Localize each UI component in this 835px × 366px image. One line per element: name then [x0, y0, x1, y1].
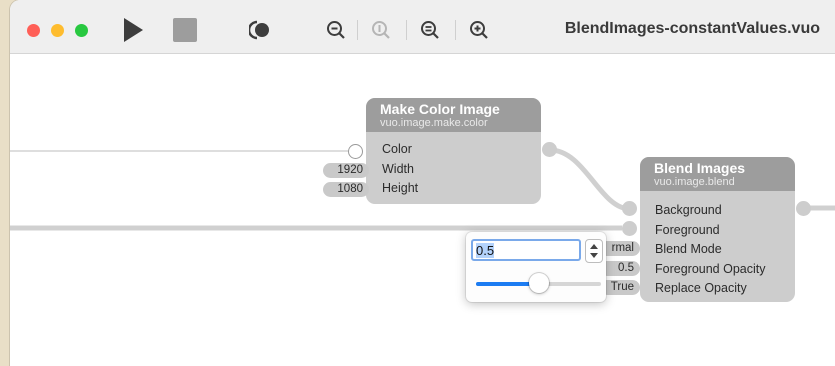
- input-port-foreground[interactable]: [622, 221, 637, 236]
- stepper-up-icon[interactable]: [590, 244, 598, 249]
- port-label-blend-mode: Blend Mode: [655, 242, 722, 256]
- constant-foreground-opacity[interactable]: 0.5: [600, 261, 640, 276]
- port-label-color: Color: [382, 142, 412, 156]
- composition-canvas[interactable]: Make Color Image vuo.image.make.color Co…: [10, 54, 835, 366]
- show-events-icon[interactable]: [247, 17, 273, 43]
- node-header[interactable]: Make Color Image vuo.image.make.color: [366, 98, 541, 132]
- stepper-down-icon[interactable]: [590, 253, 598, 258]
- port-label-height: Height: [382, 181, 419, 195]
- toolbar-separator: [406, 20, 407, 40]
- node-class-name: vuo.image.blend: [654, 176, 735, 188]
- input-port-color[interactable]: [348, 144, 363, 159]
- port-label-foreground: Foreground: [655, 223, 720, 237]
- opacity-slider-knob[interactable]: [528, 273, 549, 293]
- port-label-width: Width: [382, 162, 414, 176]
- minimize-window-button[interactable]: [51, 24, 64, 37]
- node-title: Blend Images: [654, 160, 746, 176]
- close-window-button[interactable]: [27, 24, 40, 37]
- constant-width[interactable]: 1920: [323, 163, 369, 178]
- blend-images-node[interactable]: Blend Images vuo.image.blend Background …: [640, 157, 795, 302]
- zoom-out-icon[interactable]: [324, 17, 348, 43]
- port-label-background: Background: [655, 203, 722, 217]
- node-class-name: vuo.image.make.color: [380, 117, 488, 129]
- opacity-stepper[interactable]: [585, 239, 603, 263]
- input-port-background[interactable]: [622, 201, 637, 216]
- play-icon[interactable]: [120, 17, 146, 43]
- constant-height[interactable]: 1080: [323, 182, 369, 197]
- editor-window: BlendImages-constantValues.vuo Make Colo…: [10, 0, 835, 366]
- port-label-replace-opacity: Replace Opacity: [655, 281, 747, 295]
- node-title: Make Color Image: [380, 101, 500, 117]
- zoom-window-button[interactable]: [75, 24, 88, 37]
- cable-image-to-background[interactable]: [549, 147, 631, 212]
- zoom-in-icon[interactable]: [467, 17, 491, 43]
- foreground-opacity-editor-popover: 0.5: [466, 232, 606, 302]
- stop-icon[interactable]: [172, 17, 198, 43]
- zoom-actual-size-icon[interactable]: [369, 17, 393, 43]
- opacity-value-text: 0.5: [476, 243, 495, 258]
- toolbar: BlendImages-constantValues.vuo: [10, 0, 835, 54]
- port-label-foreground-opacity: Foreground Opacity: [655, 262, 766, 276]
- toolbar-separator: [455, 20, 456, 40]
- opacity-value-field[interactable]: 0.5: [471, 239, 581, 261]
- output-port-blended-image[interactable]: [796, 201, 811, 216]
- constant-replace-opacity[interactable]: True: [600, 280, 640, 295]
- node-header[interactable]: Blend Images vuo.image.blend: [640, 157, 795, 191]
- constant-blend-mode[interactable]: rmal: [600, 241, 640, 256]
- toolbar-separator: [357, 20, 358, 40]
- zoom-to-fit-icon[interactable]: [418, 17, 442, 43]
- output-port-image[interactable]: [542, 142, 557, 157]
- window-title: BlendImages-constantValues.vuo: [564, 20, 820, 37]
- opacity-slider[interactable]: [476, 273, 601, 293]
- make-color-image-node[interactable]: Make Color Image vuo.image.make.color Co…: [366, 98, 541, 204]
